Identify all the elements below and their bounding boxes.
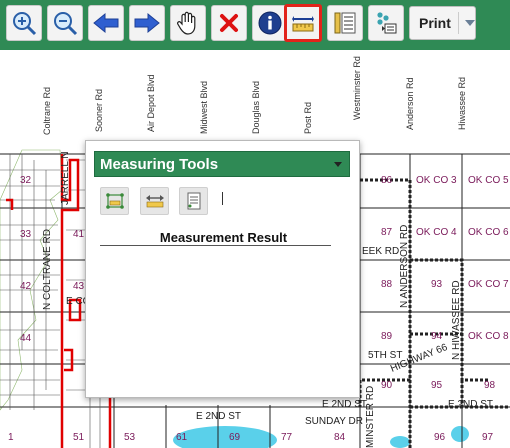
road-label: Sooner Rd xyxy=(94,89,104,132)
section-number: OK CO 7 xyxy=(468,279,509,290)
section-number: 93 xyxy=(431,279,443,290)
street-label: EEK RD xyxy=(362,246,399,257)
measurement-result-title: Measurement Result xyxy=(159,230,288,245)
clear-button[interactable] xyxy=(211,5,247,41)
road-label: Douglas Blvd xyxy=(251,81,261,134)
identify-button[interactable] xyxy=(252,5,288,41)
measure-location-button[interactable] xyxy=(179,187,208,215)
distance-measure-icon xyxy=(145,195,164,208)
section-number: 53 xyxy=(124,432,136,443)
section-number: 42 xyxy=(20,281,32,292)
toolbar: Print xyxy=(0,0,510,50)
location-measure-icon xyxy=(187,192,200,210)
zoom-in-button[interactable] xyxy=(6,5,42,41)
section-number: 94 xyxy=(431,331,443,342)
section-number: OK CO 6 xyxy=(468,227,509,238)
chevron-down-icon xyxy=(465,20,475,26)
zoom-out-icon xyxy=(54,12,78,36)
section-number: 95 xyxy=(431,380,443,391)
zoom-in-icon xyxy=(13,12,37,36)
panel-header[interactable]: Measuring Tools xyxy=(94,151,350,177)
arrow-right-icon xyxy=(134,12,160,34)
print-label: Print xyxy=(419,15,451,31)
street-label: N COLTRANE RD xyxy=(42,229,53,310)
pan-button[interactable] xyxy=(170,5,206,41)
section-number: 89 xyxy=(381,331,393,342)
section-number: OK CO 8 xyxy=(468,331,509,342)
section-number: 77 xyxy=(281,432,293,443)
section-number: 43 xyxy=(73,281,85,292)
road-label: Air Depot Blvd xyxy=(146,74,156,132)
section-number: 88 xyxy=(381,279,393,290)
measure-area-button[interactable] xyxy=(100,187,129,215)
section-number: 84 xyxy=(334,432,346,443)
text-cursor xyxy=(222,192,223,205)
legend-button[interactable] xyxy=(327,5,363,41)
measure-distance-button[interactable] xyxy=(140,187,169,215)
road-label: Post Rd xyxy=(303,102,313,134)
arrow-left-icon xyxy=(93,12,119,34)
road-label: Coltrane Rd xyxy=(42,87,52,135)
section-number: 69 xyxy=(229,432,241,443)
area-measure-icon xyxy=(105,193,124,209)
result-divider xyxy=(100,245,331,246)
measuring-tools-panel: Measuring Tools Measurement Result xyxy=(85,140,360,398)
info-icon xyxy=(258,11,282,35)
street-label: N HIWASSEE RD xyxy=(451,280,462,360)
street-label: SUNDAY DR xyxy=(305,416,363,427)
section-number: 51 xyxy=(73,432,85,443)
ruler-icon xyxy=(292,16,314,32)
section-number: 32 xyxy=(20,175,32,186)
section-number: 44 xyxy=(20,333,32,344)
street-label: E 2ND ST xyxy=(448,399,493,410)
section-number: 33 xyxy=(20,229,32,240)
hand-icon xyxy=(177,11,196,35)
section-number: 61 xyxy=(176,432,188,443)
street-label: 5TH ST xyxy=(368,350,402,361)
layers-icon xyxy=(377,12,397,34)
section-number: OK CO 3 xyxy=(416,175,457,186)
section-number: 98 xyxy=(484,380,496,391)
section-number: 41 xyxy=(73,229,85,240)
section-number: OK CO 5 xyxy=(468,175,509,186)
back-button[interactable] xyxy=(88,5,124,41)
zoom-out-button[interactable] xyxy=(47,5,83,41)
road-label: Westminster Rd xyxy=(352,56,362,120)
section-number: 97 xyxy=(482,432,494,443)
legend-icon xyxy=(334,12,356,34)
street-label: JARRELL N xyxy=(60,151,71,205)
section-number: 1 xyxy=(8,432,14,443)
road-label: Hiwassee Rd xyxy=(457,77,467,130)
street-label: E 2ND ST xyxy=(322,399,367,410)
collapse-caret-icon[interactable] xyxy=(334,162,342,167)
close-icon xyxy=(220,14,238,32)
section-number: 86 xyxy=(381,175,393,186)
street-label: E 2ND ST xyxy=(196,411,241,422)
forward-button[interactable] xyxy=(129,5,165,41)
measure-button[interactable] xyxy=(284,4,322,42)
road-labels: Coltrane Rd Sooner Rd Air Depot Blvd Mid… xyxy=(42,56,467,135)
print-separator xyxy=(458,12,459,34)
section-number: 87 xyxy=(381,227,393,238)
layers-button[interactable] xyxy=(368,5,404,41)
section-number: 90 xyxy=(381,380,393,391)
panel-title: Measuring Tools xyxy=(100,156,219,173)
section-number: OK CO 4 xyxy=(416,227,457,238)
street-label: MINSTER RD xyxy=(365,386,376,448)
road-label: Anderson Rd xyxy=(405,77,415,130)
street-label: N ANDERSON RD xyxy=(399,225,410,308)
print-button[interactable]: Print xyxy=(409,6,476,40)
section-number: 96 xyxy=(434,432,446,443)
road-label: Midwest Blvd xyxy=(199,81,209,134)
